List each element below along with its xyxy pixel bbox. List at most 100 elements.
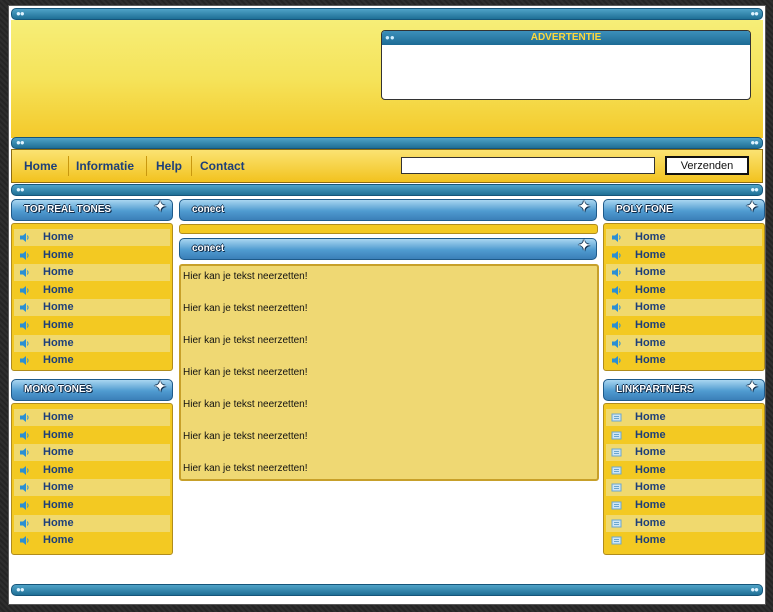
conect-title-1: conect bbox=[192, 204, 225, 215]
linkpartners-header: LINKPARTNERS ✦ bbox=[603, 378, 765, 401]
speaker-icon bbox=[19, 412, 30, 423]
nav-divider bbox=[68, 156, 69, 176]
list-item-label[interactable]: Home bbox=[635, 282, 666, 299]
list-item-label[interactable]: Home bbox=[43, 532, 74, 549]
list-item[interactable]: Home bbox=[14, 334, 170, 352]
list-item[interactable]: Home bbox=[14, 264, 170, 282]
main-content-box: Hier kan je tekst neerzetten! Hier kan j… bbox=[179, 264, 599, 481]
sparkle-icon: ✦ bbox=[746, 198, 758, 214]
list-item[interactable]: Home bbox=[606, 282, 762, 299]
list-item-label[interactable]: Home bbox=[43, 247, 74, 264]
list-item[interactable]: Home bbox=[606, 497, 762, 514]
speaker-icon bbox=[611, 338, 622, 349]
list-item[interactable]: Home bbox=[606, 514, 762, 532]
list-item[interactable]: Home bbox=[14, 317, 170, 334]
list-item-label[interactable]: Home bbox=[43, 409, 74, 426]
list-item-label[interactable]: Home bbox=[635, 462, 666, 479]
list-item-label[interactable]: Home bbox=[43, 299, 74, 316]
list-item-label[interactable]: Home bbox=[635, 497, 666, 514]
list-item[interactable]: Home bbox=[606, 317, 762, 334]
sparkle-icon: ✦ bbox=[746, 378, 758, 394]
list-item-label[interactable]: Home bbox=[635, 444, 666, 461]
list-item[interactable]: Home bbox=[606, 427, 762, 444]
list-item-label[interactable]: Home bbox=[43, 352, 74, 369]
bar-dots-icon: ●● bbox=[750, 138, 759, 147]
list-item-label[interactable]: Home bbox=[635, 515, 666, 532]
list-item-label[interactable]: Home bbox=[635, 479, 666, 496]
speaker-icon bbox=[611, 285, 622, 296]
search-input[interactable] bbox=[401, 157, 655, 174]
list-item[interactable]: Home bbox=[14, 247, 170, 264]
footer-decor-bar: ●● ●● bbox=[11, 584, 763, 596]
bar-dots-icon: ●● bbox=[16, 585, 25, 594]
list-item[interactable]: Home bbox=[606, 334, 762, 352]
header-bottom-bar: ●● ●● bbox=[11, 137, 763, 149]
speaker-icon bbox=[611, 250, 622, 261]
nav-link-informatie[interactable]: Informatie bbox=[76, 159, 134, 173]
list-item[interactable]: Home bbox=[606, 409, 762, 426]
speaker-icon bbox=[19, 302, 30, 313]
nav-divider bbox=[191, 156, 192, 176]
speaker-icon bbox=[19, 285, 30, 296]
submit-button[interactable]: Verzenden bbox=[665, 156, 749, 175]
content-text-line: Hier kan je tekst neerzetten! bbox=[183, 431, 308, 442]
list-item[interactable]: Home bbox=[14, 497, 170, 514]
list-item[interactable]: Home bbox=[14, 229, 170, 246]
list-item-label[interactable]: Home bbox=[635, 299, 666, 316]
speaker-icon bbox=[611, 302, 622, 313]
list-item[interactable]: Home bbox=[606, 352, 762, 369]
list-item-label[interactable]: Home bbox=[43, 515, 74, 532]
sparkle-icon: ✦ bbox=[154, 378, 166, 394]
list-item[interactable]: Home bbox=[14, 462, 170, 479]
nav-link-home[interactable]: Home bbox=[24, 159, 57, 173]
list-item[interactable]: Home bbox=[14, 299, 170, 317]
page-icon bbox=[611, 412, 622, 423]
list-item[interactable]: Home bbox=[14, 532, 170, 549]
list-item-label[interactable]: Home bbox=[43, 479, 74, 496]
list-item-label[interactable]: Home bbox=[635, 409, 666, 426]
top-real-tones-list: Home Home Home Home Home Home Home Home bbox=[11, 223, 173, 371]
list-item-label[interactable]: Home bbox=[43, 427, 74, 444]
list-item-label[interactable]: Home bbox=[43, 444, 74, 461]
list-item-label[interactable]: Home bbox=[43, 497, 74, 514]
list-item-label[interactable]: Home bbox=[635, 532, 666, 549]
list-item[interactable]: Home bbox=[606, 247, 762, 264]
nav-link-contact[interactable]: Contact bbox=[200, 159, 245, 173]
bar-dots-icon: ●● bbox=[750, 185, 759, 194]
list-item-label[interactable]: Home bbox=[43, 462, 74, 479]
list-item-label[interactable]: Home bbox=[635, 247, 666, 264]
advertisement-box: ●● ADVERTENTIE bbox=[381, 30, 751, 100]
list-item[interactable]: Home bbox=[14, 514, 170, 532]
list-item[interactable]: Home bbox=[606, 462, 762, 479]
list-item-label[interactable]: Home bbox=[635, 352, 666, 369]
nav-link-help[interactable]: Help bbox=[156, 159, 182, 173]
list-item[interactable]: Home bbox=[606, 479, 762, 497]
list-item[interactable]: Home bbox=[14, 282, 170, 299]
list-item-label[interactable]: Home bbox=[43, 264, 74, 281]
list-item-label[interactable]: Home bbox=[43, 317, 74, 334]
list-item[interactable]: Home bbox=[14, 479, 170, 497]
list-item-label[interactable]: Home bbox=[43, 335, 74, 352]
list-item[interactable]: Home bbox=[606, 299, 762, 317]
list-item-label[interactable]: Home bbox=[635, 335, 666, 352]
list-item-label[interactable]: Home bbox=[43, 229, 74, 246]
list-item[interactable]: Home bbox=[606, 532, 762, 549]
advertisement-area[interactable] bbox=[382, 45, 750, 99]
list-item-label[interactable]: Home bbox=[635, 264, 666, 281]
sparkle-icon: ✦ bbox=[578, 237, 590, 253]
list-item-label[interactable]: Home bbox=[43, 282, 74, 299]
speaker-icon bbox=[19, 355, 30, 366]
list-item[interactable]: Home bbox=[606, 444, 762, 462]
speaker-icon bbox=[611, 320, 622, 331]
list-item[interactable]: Home bbox=[14, 444, 170, 462]
list-item[interactable]: Home bbox=[14, 409, 170, 426]
list-item-label[interactable]: Home bbox=[635, 317, 666, 334]
list-item[interactable]: Home bbox=[606, 264, 762, 282]
bar-dots-icon: ●● bbox=[750, 585, 759, 594]
speaker-icon bbox=[19, 465, 30, 476]
list-item[interactable]: Home bbox=[606, 229, 762, 246]
list-item[interactable]: Home bbox=[14, 427, 170, 444]
list-item-label[interactable]: Home bbox=[635, 229, 666, 246]
list-item-label[interactable]: Home bbox=[635, 427, 666, 444]
list-item[interactable]: Home bbox=[14, 352, 170, 369]
